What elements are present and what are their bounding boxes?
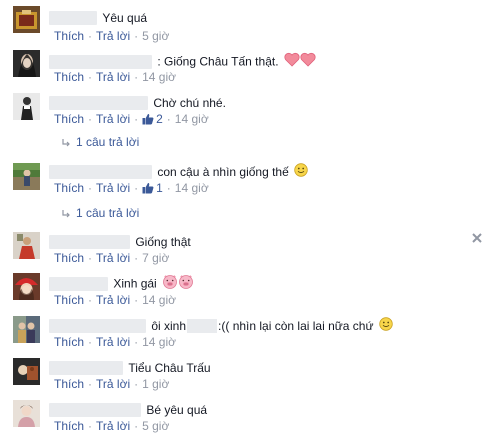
avatar[interactable] — [13, 273, 40, 300]
commenter-name[interactable] — [49, 319, 146, 333]
reply-link[interactable]: Trả lời — [96, 335, 130, 349]
like-link[interactable]: Thích — [54, 293, 84, 307]
avatar[interactable] — [13, 232, 40, 259]
comment-text: :(( nhìn lại còn lai lai nữa chứ — [218, 319, 374, 333]
avatar[interactable] — [13, 163, 40, 190]
comment-body: con cậu à nhìn giống thế — [49, 163, 308, 179]
comment-text: Xinh gái — [113, 276, 157, 291]
comment-body: : Giống Châu Tấn thật. — [49, 52, 316, 71]
reply-link[interactable]: Trả lời — [96, 70, 130, 84]
view-replies-link[interactable]: 1 câu trả lời — [62, 205, 139, 221]
comment-time[interactable]: 14 giờ — [142, 70, 176, 84]
smile-emoticon-icon — [379, 317, 393, 335]
comment-actions: Thích · Trả lời · 14 giờ — [54, 335, 176, 349]
heart-icon — [284, 52, 300, 71]
comment-body: ôi xinh :(( nhìn lại còn lai lai nữa chứ — [49, 317, 393, 333]
comment-actions: Thích · Trả lời · 2 · 14 giờ — [54, 111, 209, 127]
pig-emoticon-icon — [178, 274, 194, 293]
comment-time[interactable]: 7 giờ — [142, 251, 169, 265]
avatar[interactable] — [13, 6, 40, 33]
redacted-tag[interactable] — [187, 319, 218, 333]
avatar[interactable] — [13, 316, 40, 343]
avatar[interactable] — [13, 400, 40, 427]
like-link[interactable]: Thích — [54, 335, 84, 349]
like-link[interactable]: Thích — [54, 251, 84, 265]
commenter-name[interactable] — [49, 402, 141, 417]
comment-text: Chờ chú nhé. — [153, 95, 226, 110]
comment-body: Bé yêu quá — [49, 401, 207, 417]
like-count[interactable]: 1 — [142, 181, 163, 195]
pig-emoticon-icon — [162, 274, 178, 293]
comment-actions: Thích · Trả lời · 14 giờ — [54, 293, 176, 307]
comment-time[interactable]: 5 giờ — [142, 29, 169, 43]
thumbs-up-icon — [142, 113, 154, 129]
commenter-name[interactable] — [49, 10, 97, 25]
comment-actions: Thích · Trả lời · 5 giờ — [54, 29, 170, 43]
comment-actions: Thích · Trả lời · 14 giờ — [54, 70, 176, 84]
replies-count: 1 câu trả lời — [76, 206, 140, 220]
reply-link[interactable]: Trả lời — [96, 112, 130, 126]
comment-text: : Giống Châu Tấn thật. — [157, 54, 279, 69]
avatar[interactable] — [13, 50, 40, 77]
comment-text: Yêu quá — [102, 10, 148, 25]
reply-link[interactable]: Trả lời — [96, 377, 130, 391]
comment-body: Yêu quá — [49, 9, 147, 25]
comment-time[interactable]: 14 giờ — [175, 181, 209, 195]
smile-emoticon-icon — [294, 163, 308, 181]
comment-actions: Thích · Trả lời · 1 · 14 giờ — [54, 180, 209, 196]
comment-time[interactable]: 14 giờ — [175, 112, 209, 126]
like-link[interactable]: Thích — [54, 419, 84, 433]
comment-text: con cậu à nhìn giống thế — [157, 165, 289, 179]
commenter-name[interactable] — [49, 95, 148, 110]
comment-text: Giống thật — [135, 234, 191, 249]
commenter-name[interactable] — [49, 360, 123, 375]
comment-body: Xinh gái — [49, 274, 194, 293]
comment-time[interactable]: 1 giờ — [142, 377, 169, 391]
comment-text: ôi xinh — [151, 319, 187, 333]
comment-actions: Thích · Trả lời · 7 giờ — [54, 251, 170, 265]
like-link[interactable]: Thích — [54, 181, 84, 195]
comment-actions: Thích · Trả lời · 5 giờ — [54, 419, 170, 433]
commenter-name[interactable] — [49, 234, 130, 249]
reply-link[interactable]: Trả lời — [96, 251, 130, 265]
comment-time[interactable]: 5 giờ — [142, 419, 169, 433]
replies-count: 1 câu trả lời — [76, 135, 140, 149]
like-link[interactable]: Thích — [54, 377, 84, 391]
comment-body: Chờ chú nhé. — [49, 94, 226, 110]
reply-link[interactable]: Trả lời — [96, 293, 130, 307]
comment-time[interactable]: 14 giờ — [142, 335, 176, 349]
reply-arrow-icon — [62, 139, 70, 147]
reply-link[interactable]: Trả lời — [96, 419, 130, 433]
comment-body: Tiểu Châu Trấu — [49, 359, 211, 375]
close-icon[interactable] — [471, 232, 483, 244]
like-link[interactable]: Thích — [54, 29, 84, 43]
comment-time[interactable]: 14 giờ — [142, 293, 176, 307]
comment-actions: Thích · Trả lời · 1 giờ — [54, 377, 170, 391]
like-link[interactable]: Thích — [54, 70, 84, 84]
commenter-name[interactable] — [49, 165, 152, 179]
commenter-name[interactable] — [49, 54, 152, 69]
reply-link[interactable]: Trả lời — [96, 29, 130, 43]
comment-text: Bé yêu quá — [146, 402, 208, 417]
like-link[interactable]: Thích — [54, 112, 84, 126]
thumbs-up-icon — [142, 182, 154, 198]
avatar[interactable] — [13, 358, 40, 385]
like-count[interactable]: 2 — [142, 112, 163, 126]
heart-icon — [300, 52, 316, 71]
comment-text: Tiểu Châu Trấu — [128, 360, 211, 375]
commenter-name[interactable] — [49, 276, 108, 291]
comment-body: Giống thật — [49, 233, 191, 249]
avatar[interactable] — [13, 93, 40, 120]
reply-arrow-icon — [62, 210, 70, 218]
reply-link[interactable]: Trả lời — [96, 181, 130, 195]
view-replies-link[interactable]: 1 câu trả lời — [62, 134, 139, 150]
